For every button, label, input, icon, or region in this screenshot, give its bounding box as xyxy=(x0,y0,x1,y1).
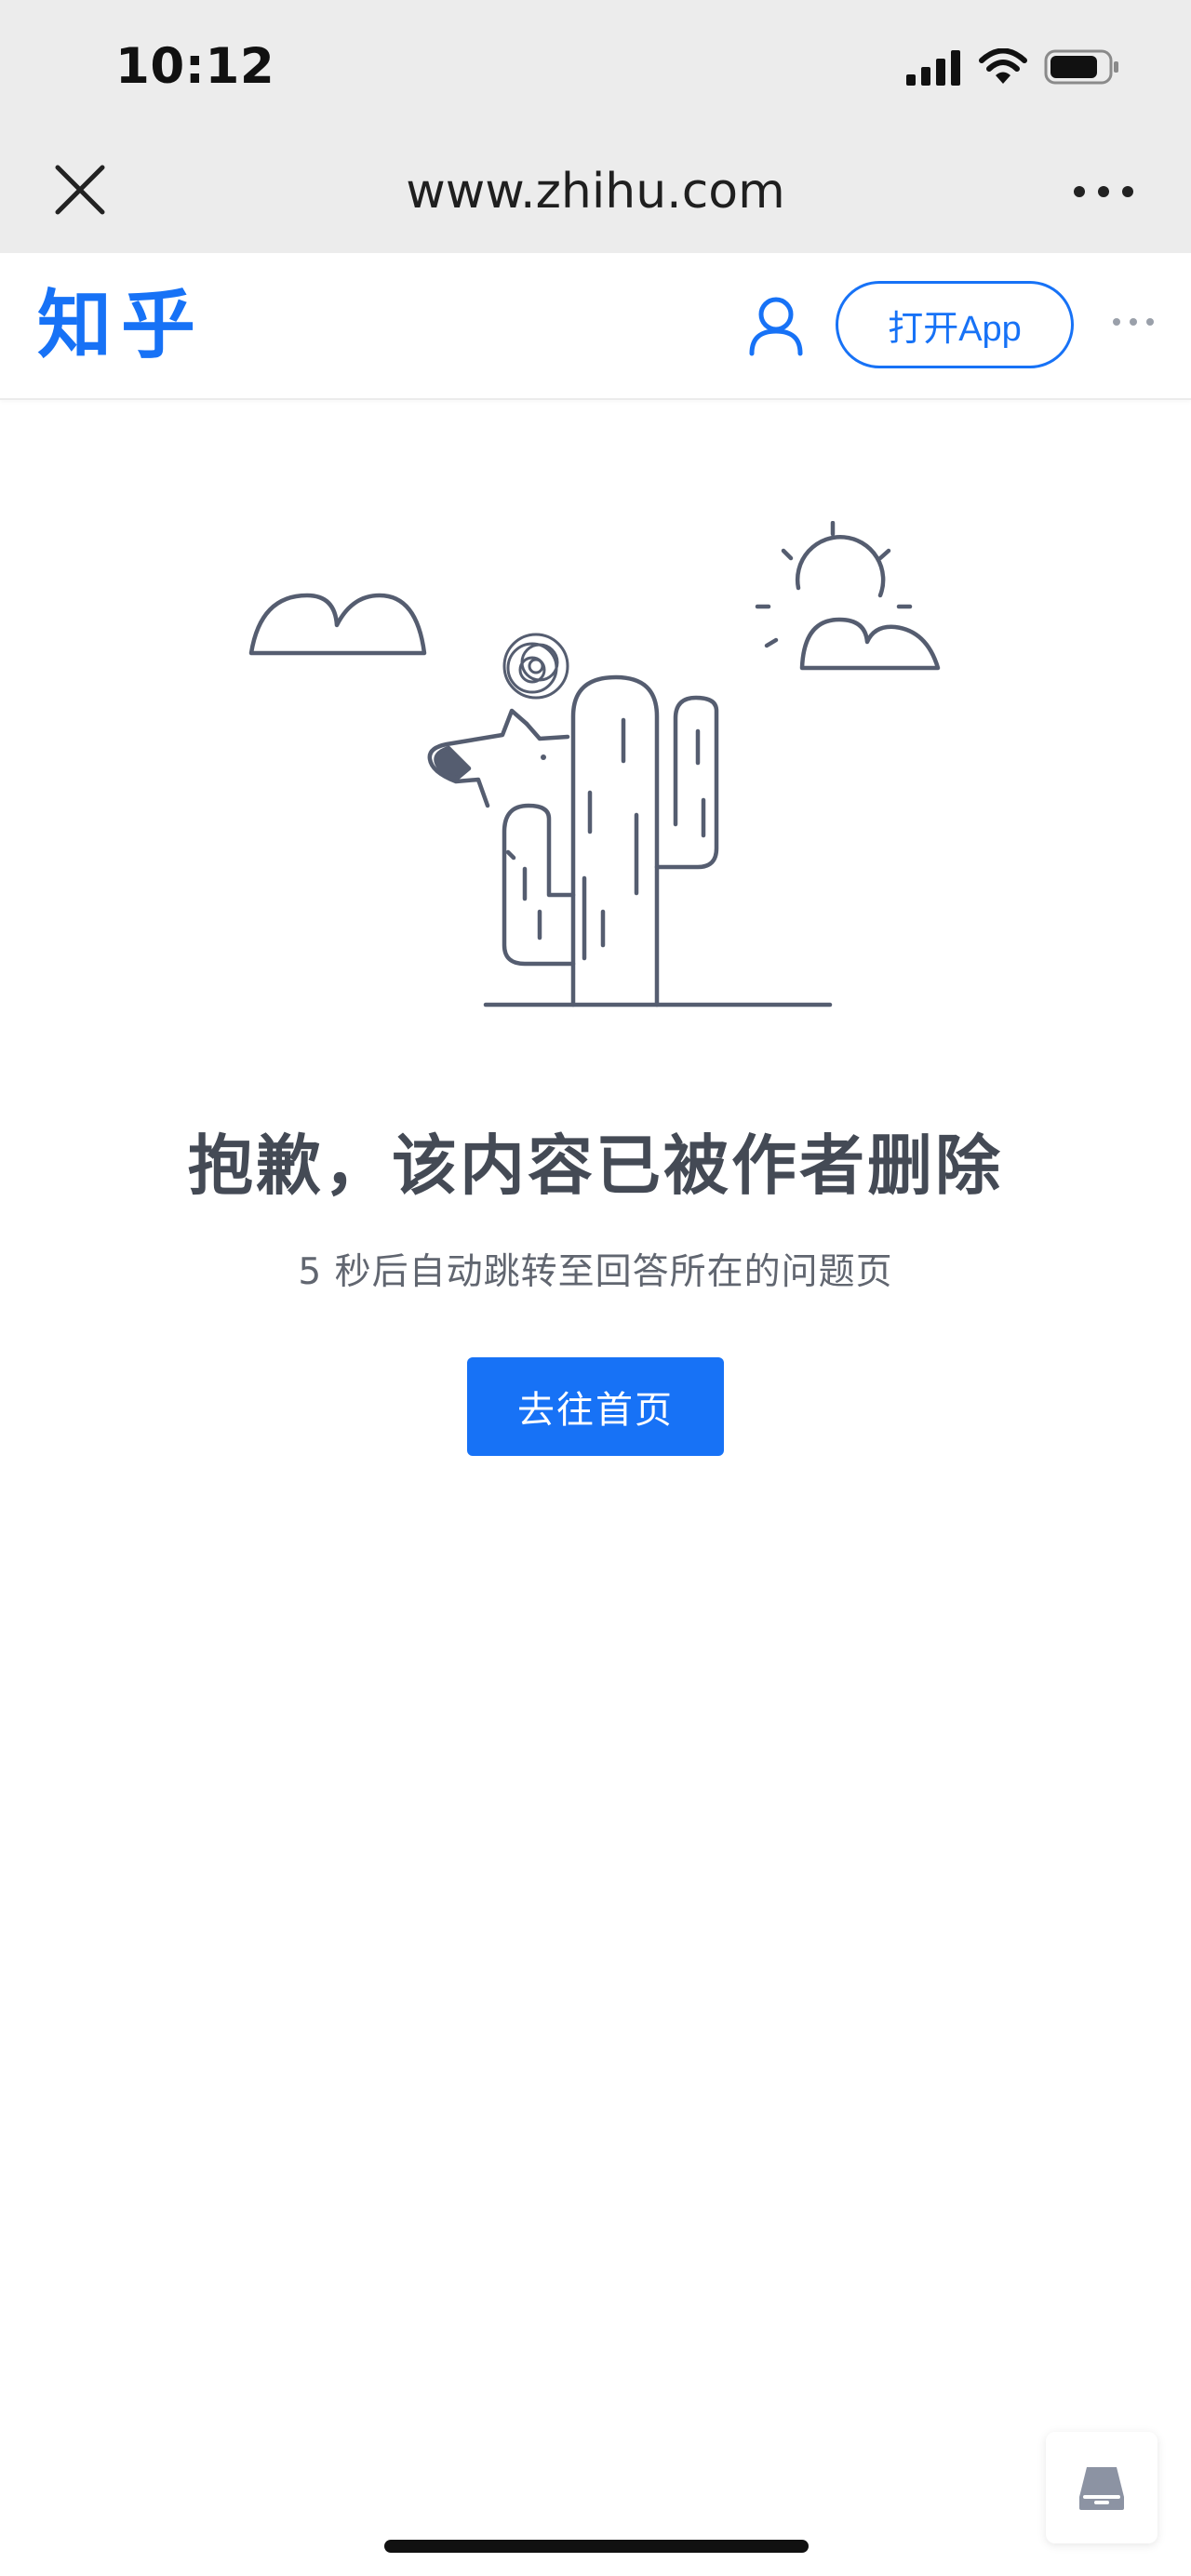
redirect-countdown-text: 5 秒后自动跳转至回答所在的问题页 xyxy=(298,1251,893,1293)
wifi-icon xyxy=(979,48,1027,84)
browser-url: www.zhihu.com xyxy=(406,164,785,220)
cactus-and-dog-illustration xyxy=(248,521,941,1008)
go-home-button[interactable]: 去往首页 xyxy=(467,1357,724,1456)
floating-tool-button[interactable] xyxy=(1046,2432,1158,2543)
status-icons xyxy=(906,41,1120,93)
home-indicator xyxy=(384,2540,809,2553)
status-time: 10:12 xyxy=(115,38,275,95)
user-button[interactable] xyxy=(746,294,806,357)
sun-icon xyxy=(755,521,941,671)
cellular-signal-icon xyxy=(906,50,960,86)
cactus-icon xyxy=(502,674,719,1008)
more-horizontal-icon xyxy=(1074,186,1133,197)
dog-icon xyxy=(427,708,570,808)
close-icon xyxy=(55,165,105,215)
deleted-content-title: 抱歉，该内容已被作者删除 xyxy=(188,1128,1003,1204)
zhihu-logo[interactable]: 知乎 xyxy=(37,281,205,370)
more-horizontal-icon xyxy=(1113,318,1154,326)
cloud-left xyxy=(248,593,427,656)
close-button[interactable] xyxy=(48,158,112,221)
header-more-button[interactable] xyxy=(1107,303,1159,340)
tray-icon xyxy=(1079,2467,1124,2510)
open-app-button[interactable]: 打开App xyxy=(836,281,1074,368)
scribble-icon xyxy=(502,633,569,700)
browser-chrome: 10:12 www.zhihu.com xyxy=(0,0,1191,253)
browser-more-button[interactable] xyxy=(1057,167,1150,216)
site-header: 知乎 打开App xyxy=(0,253,1191,400)
battery-icon xyxy=(1044,49,1118,85)
user-icon xyxy=(749,297,803,356)
